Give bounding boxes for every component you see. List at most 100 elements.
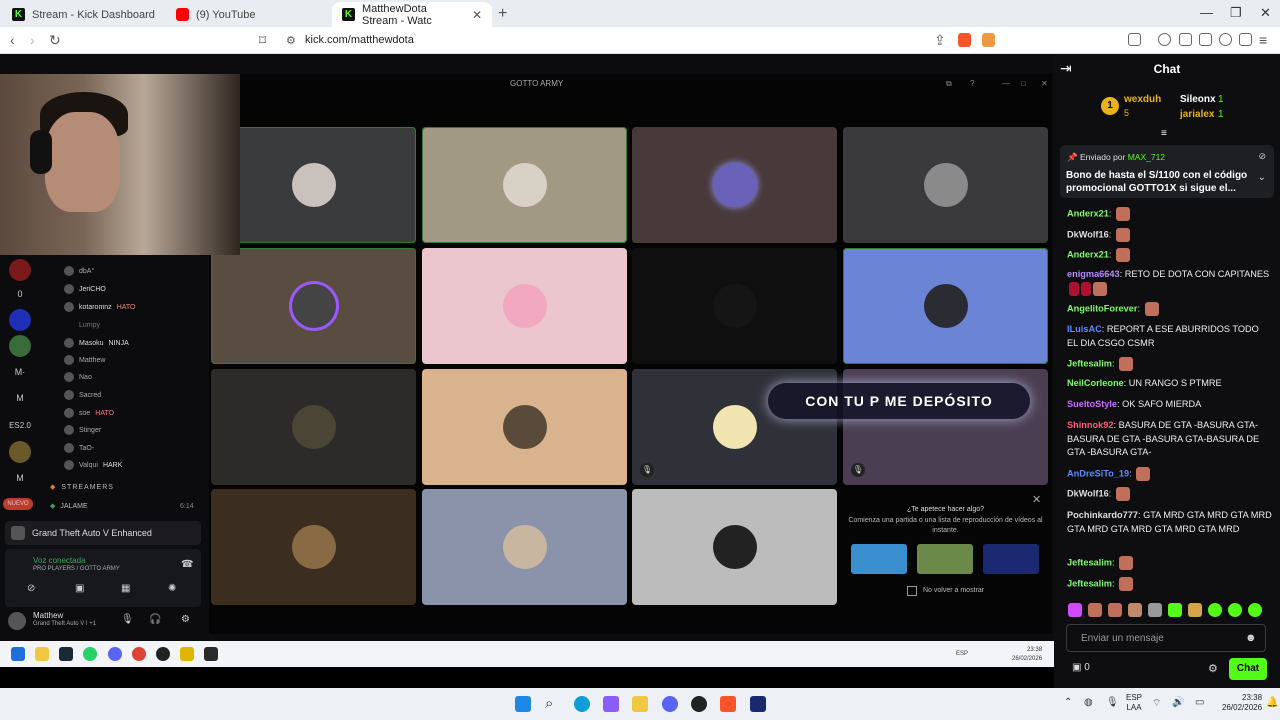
forward-icon[interactable]: ›	[30, 32, 35, 48]
chat-username[interactable]: AngelitoForever	[1067, 303, 1137, 313]
obs-icon[interactable]	[691, 696, 707, 712]
member[interactable]: Stinger	[64, 424, 101, 436]
chat-username[interactable]: Pochinkardo777	[1067, 510, 1138, 520]
tab-kick-dashboard[interactable]: K Stream - Kick Dashboard	[2, 2, 166, 27]
server-label[interactable]: M·	[9, 361, 31, 383]
chat-username[interactable]: Anderx21	[1067, 249, 1109, 259]
participant-tile[interactable]	[422, 127, 627, 243]
settings-icon[interactable]: ⚙	[181, 614, 190, 625]
member[interactable]: JeriCHO	[64, 283, 106, 295]
member[interactable]: Lumpy	[64, 319, 100, 331]
participant-tile[interactable]	[632, 127, 837, 243]
participant-tile[interactable]	[632, 489, 837, 605]
member[interactable]: Masoku NINJA	[64, 337, 129, 349]
emote[interactable]	[1188, 603, 1202, 617]
chat-username[interactable]: NeilCorleone	[1067, 378, 1124, 388]
member[interactable]: Nao	[64, 371, 92, 383]
emote[interactable]	[1108, 603, 1122, 617]
back-icon[interactable]: ‹	[10, 32, 15, 48]
discord-close-icon[interactable]: ✕	[1041, 79, 1048, 88]
emote[interactable]	[1168, 603, 1182, 617]
language-indicator[interactable]: ESP LAA	[1126, 693, 1142, 713]
participant-tile[interactable]	[211, 369, 416, 485]
participant-tile[interactable]	[211, 489, 416, 605]
headphones-icon[interactable]: 🎧	[149, 614, 161, 625]
member[interactable]: dbA°	[64, 265, 94, 277]
emote[interactable]	[1248, 603, 1262, 617]
member[interactable]: Valqui HARK	[64, 459, 122, 471]
chat-username[interactable]: Shinnok92	[1067, 420, 1113, 430]
emote[interactable]	[1228, 603, 1242, 617]
gifter-name[interactable]: wexduh	[1124, 94, 1161, 105]
camera-off-icon[interactable]: ⊘	[27, 583, 35, 594]
chat-username[interactable]: SueltoStyle	[1067, 399, 1117, 409]
activities-icon[interactable]: ▦	[121, 583, 130, 594]
chat-username[interactable]: DkWolf16	[1067, 229, 1109, 239]
member[interactable]: soe HATO	[64, 407, 114, 419]
popout-icon[interactable]: ⧉	[946, 79, 952, 89]
discord-maximize-icon[interactable]: □	[1021, 79, 1026, 88]
reload-icon[interactable]: ↻	[49, 32, 61, 49]
emote[interactable]	[1208, 603, 1222, 617]
wallet-icon[interactable]	[1199, 33, 1212, 46]
battery-icon[interactable]: ▭	[1195, 697, 1204, 708]
participant-tile[interactable]	[632, 248, 837, 364]
server-label[interactable]: ES2.0	[9, 414, 31, 436]
edge-icon[interactable]	[574, 696, 590, 712]
avatar[interactable]	[8, 612, 26, 630]
emoji-icon[interactable]: ☻	[1245, 632, 1257, 644]
close-tab-icon[interactable]: ✕	[472, 8, 482, 22]
chat-username[interactable]: Anderx21	[1067, 208, 1109, 218]
server-icon[interactable]	[9, 335, 31, 357]
tab-youtube[interactable]: (9) YouTube	[166, 2, 332, 27]
server-label[interactable]: M	[9, 387, 31, 409]
app-icon[interactable]	[750, 696, 766, 712]
bookmark-icon[interactable]: ⌑	[259, 32, 266, 49]
vpn-icon[interactable]	[1239, 33, 1252, 46]
file-explorer-icon[interactable]	[632, 696, 648, 712]
participant-tile[interactable]	[843, 127, 1048, 243]
leo-icon[interactable]	[1219, 33, 1232, 46]
sidebar-icon[interactable]	[1128, 33, 1141, 46]
chat-username[interactable]: Jeftesalim	[1067, 358, 1112, 368]
member[interactable]: kotaromnz HATO	[64, 301, 136, 313]
volume-icon[interactable]: 🔊	[1172, 697, 1184, 708]
member[interactable]: Sacred	[64, 389, 101, 401]
gifter-name[interactable]: Sileonx	[1180, 94, 1216, 105]
participant-tile[interactable]	[422, 248, 627, 364]
soundboard-icon[interactable]: ✺	[168, 583, 176, 594]
notifications-icon[interactable]: 🔔	[1266, 697, 1278, 708]
game-thumbnail[interactable]	[851, 544, 907, 574]
mic-tray-icon[interactable]: 🎙	[1106, 697, 1119, 708]
server-label[interactable]: M	[9, 467, 31, 489]
brave-shields-icon[interactable]	[958, 33, 971, 47]
chat-input[interactable]: Enviar un mensaje	[1066, 624, 1266, 652]
discord-icon[interactable]	[662, 696, 678, 712]
member[interactable]: TaO-	[64, 442, 94, 454]
gifter-name[interactable]: jarialex	[1180, 109, 1214, 120]
close-icon[interactable]: ✕	[1032, 493, 1041, 506]
help-icon[interactable]: ?	[970, 79, 974, 88]
server-icon[interactable]	[9, 259, 31, 281]
emote[interactable]	[1088, 603, 1102, 617]
system-clock[interactable]: 23:38 26/02/2026	[1222, 693, 1262, 713]
chat-settings-icon[interactable]: ⚙	[1208, 662, 1218, 675]
close-window-button[interactable]: ✕	[1260, 5, 1271, 21]
game-thumbnail[interactable]	[917, 544, 973, 574]
maximize-button[interactable]: ❐	[1230, 5, 1242, 21]
menu-icon[interactable]: ≡	[1259, 32, 1267, 48]
participant-tile[interactable]	[211, 248, 416, 364]
brave-icon[interactable]	[720, 696, 736, 712]
emote[interactable]	[1148, 603, 1162, 617]
participant-tile[interactable]	[211, 127, 416, 243]
emote[interactable]	[1128, 603, 1142, 617]
start-icon[interactable]	[515, 696, 531, 712]
chat-username[interactable]: DkWolf16	[1067, 488, 1109, 498]
game-activity-bar[interactable]: Grand Theft Auto V Enhanced	[5, 521, 201, 545]
wifi-icon[interactable]: ⌔	[1152, 697, 1161, 710]
brave-rewards-icon[interactable]	[982, 33, 995, 47]
tab-matthewdota[interactable]: K MatthewDota Stream - Watc ✕	[332, 2, 492, 27]
chat-username[interactable]: enigma6643	[1067, 269, 1120, 279]
unpin-icon[interactable]: ⊘	[1258, 151, 1266, 162]
game-thumbnail[interactable]	[983, 544, 1039, 574]
